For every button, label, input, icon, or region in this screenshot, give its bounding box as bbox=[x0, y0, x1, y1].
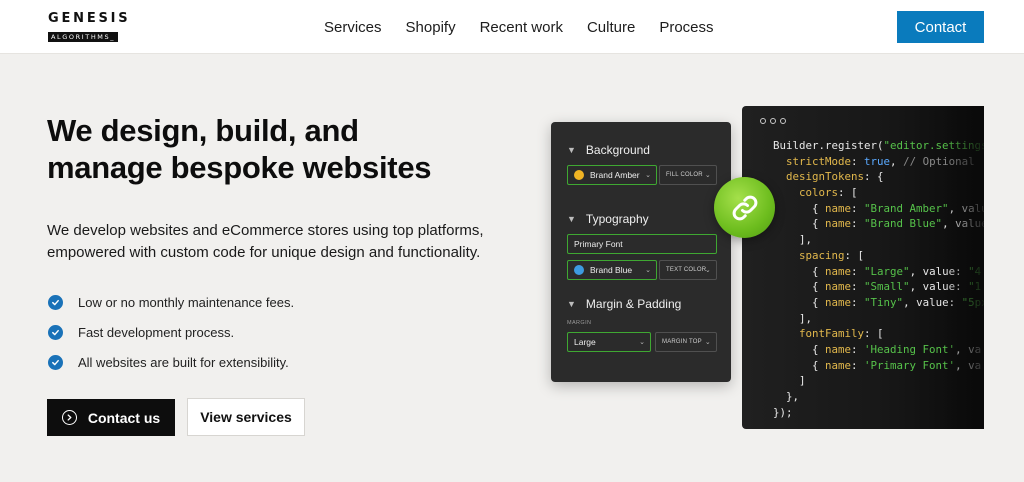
chevron-down-icon: ▼ bbox=[567, 214, 576, 224]
chevron-down-icon: ⌄ bbox=[645, 267, 651, 274]
fill-color-label: FILL COLOR bbox=[666, 172, 703, 178]
margin-heading: Margin & Padding bbox=[585, 297, 682, 311]
margin-caption: MARGIN bbox=[567, 320, 592, 326]
hero-description: We develop websites and eCommerce stores… bbox=[47, 222, 484, 261]
chevron-down-icon: ▼ bbox=[567, 145, 576, 155]
feature-text: All websites are built for extensibility… bbox=[78, 354, 289, 370]
check-circle-icon bbox=[48, 294, 63, 310]
main-nav: Services Shopify Recent work Culture Pro… bbox=[312, 0, 726, 54]
background-section-header[interactable]: ▼ Background bbox=[567, 143, 650, 157]
typography-section-header[interactable]: ▼ Typography bbox=[567, 212, 649, 226]
header-contact-button[interactable]: Contact bbox=[897, 11, 984, 43]
margin-top-label: MARGIN TOP bbox=[662, 339, 702, 345]
feature-text: Low or no monthly maintenance fees. bbox=[78, 294, 295, 310]
window-dots bbox=[760, 118, 790, 124]
feature-item: Fast development process. bbox=[48, 317, 294, 347]
nav-services[interactable]: Services bbox=[324, 19, 382, 36]
font-select[interactable]: Primary Font bbox=[567, 234, 717, 254]
text-color-label-select[interactable]: TEXT COLOR ⌄ bbox=[659, 260, 717, 280]
chevron-down-icon: ⌄ bbox=[704, 172, 711, 179]
editor-settings-panel: ▼ Background Brand Amber ⌄ FILL COLOR ⌄ … bbox=[551, 122, 731, 382]
text-color-label: TEXT COLOR bbox=[666, 267, 707, 273]
genesis-logo[interactable]: GENESIS ALGORITHMS_ bbox=[48, 11, 143, 42]
fill-color-select[interactable]: FILL COLOR ⌄ bbox=[659, 165, 717, 185]
contact-us-label: Contact us bbox=[87, 409, 161, 426]
text-color-select[interactable]: Brand Blue ⌄ bbox=[567, 260, 657, 280]
nav-process[interactable]: Process bbox=[659, 19, 713, 36]
view-services-button[interactable]: View services bbox=[187, 398, 305, 436]
typography-heading: Typography bbox=[585, 212, 649, 226]
text-color-value: Brand Blue bbox=[590, 265, 633, 275]
chevron-down-icon: ▼ bbox=[567, 299, 576, 309]
feature-text: Fast development process. bbox=[78, 324, 235, 340]
feature-item: Low or no monthly maintenance fees. bbox=[48, 287, 294, 317]
color-swatch bbox=[574, 265, 584, 275]
color-swatch bbox=[574, 170, 584, 180]
hero-title: We design, build, and manage bespoke web… bbox=[47, 112, 487, 186]
nav-recent-work[interactable]: Recent work bbox=[480, 19, 563, 36]
chevron-down-icon: ⌄ bbox=[704, 267, 711, 274]
hero-title-line-2: manage bespoke websites bbox=[47, 150, 432, 185]
nav-shopify[interactable]: Shopify bbox=[406, 19, 456, 36]
margin-top-select[interactable]: MARGIN TOP ⌄ bbox=[655, 332, 717, 352]
hero-title-line-1: We design, build, and bbox=[47, 113, 359, 148]
check-circle-icon bbox=[48, 324, 63, 340]
nav-culture[interactable]: Culture bbox=[587, 19, 635, 36]
chevron-down-icon: ⌄ bbox=[645, 172, 651, 179]
feature-list: Low or no monthly maintenance fees. Fast… bbox=[48, 287, 294, 377]
contact-us-button[interactable]: Contact us bbox=[47, 399, 175, 436]
arrow-right-circle-icon bbox=[61, 410, 77, 425]
logo-subtitle: ALGORITHMS_ bbox=[48, 32, 119, 42]
logo-wordmark: GENESIS bbox=[48, 11, 131, 26]
background-color-value: Brand Amber bbox=[590, 170, 640, 180]
background-heading: Background bbox=[585, 143, 650, 157]
link-icon bbox=[714, 177, 775, 238]
site-header: GENESIS ALGORITHMS_ Services Shopify Rec… bbox=[0, 0, 1024, 54]
margin-section-header[interactable]: ▼ Margin & Padding bbox=[567, 297, 681, 311]
margin-select[interactable]: Large ⌄ bbox=[567, 332, 651, 352]
code-editor-panel: Builder.register("editor.settings" stric… bbox=[742, 106, 984, 429]
margin-value: Large bbox=[574, 337, 596, 347]
chevron-down-icon: ⌄ bbox=[704, 339, 711, 346]
background-color-select[interactable]: Brand Amber ⌄ bbox=[567, 165, 657, 185]
feature-item: All websites are built for extensibility… bbox=[48, 347, 294, 377]
font-value: Primary Font bbox=[574, 239, 623, 249]
chevron-down-icon: ⌄ bbox=[639, 339, 645, 346]
check-circle-icon bbox=[48, 354, 63, 370]
